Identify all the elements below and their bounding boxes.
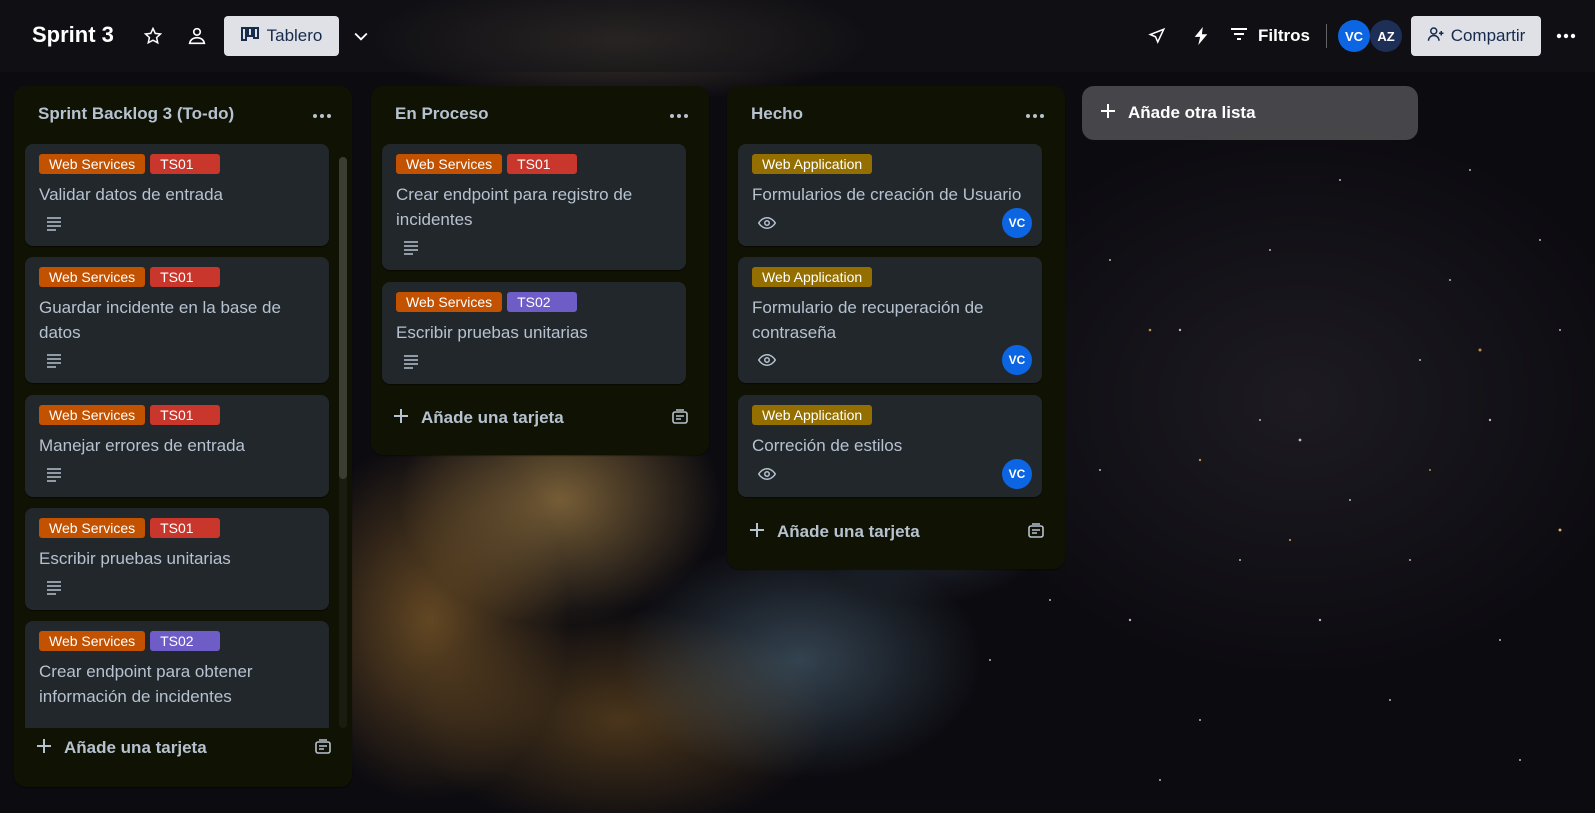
list-title[interactable]: Sprint Backlog 3 (To-do) — [38, 104, 234, 124]
card-member-avatar[interactable]: VC — [1002, 208, 1032, 238]
description-icon — [45, 465, 63, 483]
card-member-avatar[interactable]: VC — [1002, 459, 1032, 489]
add-card-button[interactable]: Añade una tarjeta — [393, 402, 564, 434]
rocket-icon[interactable] — [1141, 20, 1173, 52]
member-avatar-vc[interactable]: VC — [1338, 20, 1370, 52]
card-title: Correción de estilos — [752, 436, 903, 455]
card[interactable]: Web Services TS01 Validar datos de entra… — [25, 144, 329, 246]
plus-icon — [36, 738, 52, 759]
card[interactable]: Web Services TS01 Manejar errores de ent… — [25, 395, 329, 497]
card-title: Formulario de recuperación de contraseña — [752, 298, 984, 342]
more-icon[interactable] — [1550, 20, 1582, 52]
label-ts01[interactable]: TS01 — [507, 154, 578, 174]
chevron-down-icon[interactable] — [345, 20, 377, 52]
card-template-icon[interactable] — [671, 408, 691, 428]
card[interactable]: Web Services TS01 Crear endpoint para re… — [382, 144, 686, 270]
eye-icon — [757, 465, 777, 483]
card-title: Manejar errores de entrada — [39, 436, 246, 455]
board-title[interactable]: Sprint 3 — [32, 22, 114, 48]
card-title: Guardar incidente en la base de datos — [39, 298, 281, 342]
plus-icon — [393, 408, 409, 429]
label-web-services[interactable]: Web Services — [39, 631, 146, 651]
plus-icon — [1100, 103, 1116, 124]
list-more-icon[interactable] — [306, 100, 338, 132]
card-template-icon[interactable] — [314, 738, 334, 758]
workspace-visibility-icon[interactable] — [181, 20, 213, 52]
filters-label: Filtros — [1258, 26, 1310, 45]
description-icon — [45, 214, 63, 232]
card-member-avatar[interactable]: VC — [1002, 345, 1032, 375]
label-ts02[interactable]: TS02 — [150, 631, 221, 651]
label-web-services[interactable]: Web Services — [39, 518, 146, 538]
label-ts01[interactable]: TS01 — [150, 518, 221, 538]
lightning-icon[interactable] — [1185, 20, 1217, 52]
description-icon — [402, 352, 420, 370]
share-button[interactable]: Compartir — [1411, 16, 1541, 56]
label-web-application[interactable]: Web Application — [752, 267, 873, 287]
label-web-application[interactable]: Web Application — [752, 405, 873, 425]
list-more-icon[interactable] — [1019, 100, 1051, 132]
board-icon — [240, 26, 259, 46]
card-title: Crear endpoint para registro de incident… — [396, 185, 633, 229]
list-sprint-backlog: Sprint Backlog 3 (To-do) Web Services TS… — [14, 86, 352, 787]
list-hecho: Hecho Web Application Formularios de cre… — [727, 86, 1065, 569]
label-web-services[interactable]: Web Services — [39, 154, 146, 174]
label-ts01[interactable]: TS01 — [150, 405, 221, 425]
card-title: Crear endpoint para obtener información … — [39, 662, 253, 706]
card-template-icon[interactable] — [1027, 522, 1047, 542]
card[interactable]: Web Services TS02 Crear endpoint para ob… — [25, 621, 329, 728]
add-person-icon — [1427, 25, 1445, 48]
label-ts01[interactable]: TS01 — [150, 154, 221, 174]
eye-icon — [757, 214, 777, 232]
description-icon — [45, 578, 63, 596]
member-avatar-az[interactable]: AZ — [1370, 20, 1402, 52]
card-title: Escribir pruebas unitarias — [396, 323, 588, 342]
card-title: Escribir pruebas unitarias — [39, 549, 231, 568]
filter-icon — [1230, 26, 1248, 46]
view-switcher-button[interactable]: Tablero — [224, 16, 339, 56]
label-web-services[interactable]: Web Services — [39, 405, 146, 425]
list-en-proceso: En Proceso Web Services TS01 Crear endpo… — [371, 86, 709, 455]
list-cards-scroll[interactable]: Web Services TS01 Validar datos de entra… — [14, 144, 344, 728]
card[interactable]: Web Application Formulario de recuperaci… — [738, 257, 1042, 383]
label-web-services[interactable]: Web Services — [396, 154, 503, 174]
label-web-services[interactable]: Web Services — [396, 292, 503, 312]
card-title: Validar datos de entrada — [39, 185, 223, 204]
card[interactable]: Web Services TS01 Guardar incidente en l… — [25, 257, 329, 383]
eye-icon — [757, 351, 777, 369]
card-title: Formularios de creación de Usuario — [752, 185, 1022, 204]
list-title[interactable]: Hecho — [751, 104, 803, 124]
label-ts02[interactable]: TS02 — [507, 292, 578, 312]
view-label: Tablero — [266, 26, 323, 45]
card[interactable]: Web Services TS02 Escribir pruebas unita… — [382, 282, 686, 384]
header-divider — [1326, 24, 1327, 48]
card[interactable]: Web Application Formularios de creación … — [738, 144, 1042, 246]
list-title[interactable]: En Proceso — [395, 104, 489, 124]
filters-button[interactable]: Filtros — [1230, 18, 1310, 54]
add-card-button[interactable]: Añade una tarjeta — [36, 732, 207, 764]
description-icon — [402, 238, 420, 256]
label-web-application[interactable]: Web Application — [752, 154, 873, 174]
label-web-services[interactable]: Web Services — [39, 267, 146, 287]
board-header: Sprint 3 Tablero Filtros VC AZ Compartir — [0, 0, 1595, 72]
label-ts01[interactable]: TS01 — [150, 267, 221, 287]
description-icon — [45, 351, 63, 369]
list-scrollbar-thumb[interactable] — [339, 157, 347, 479]
list-more-icon[interactable] — [663, 100, 695, 132]
share-label: Compartir — [1450, 26, 1526, 45]
card[interactable]: Web Application Correción de estilos VC — [738, 395, 1042, 497]
plus-icon — [749, 522, 765, 543]
card[interactable]: Web Services TS01 Escribir pruebas unita… — [25, 508, 329, 610]
add-card-button[interactable]: Añade una tarjeta — [749, 516, 920, 548]
add-list-button[interactable]: Añade otra lista — [1082, 86, 1418, 140]
star-icon[interactable] — [137, 20, 169, 52]
